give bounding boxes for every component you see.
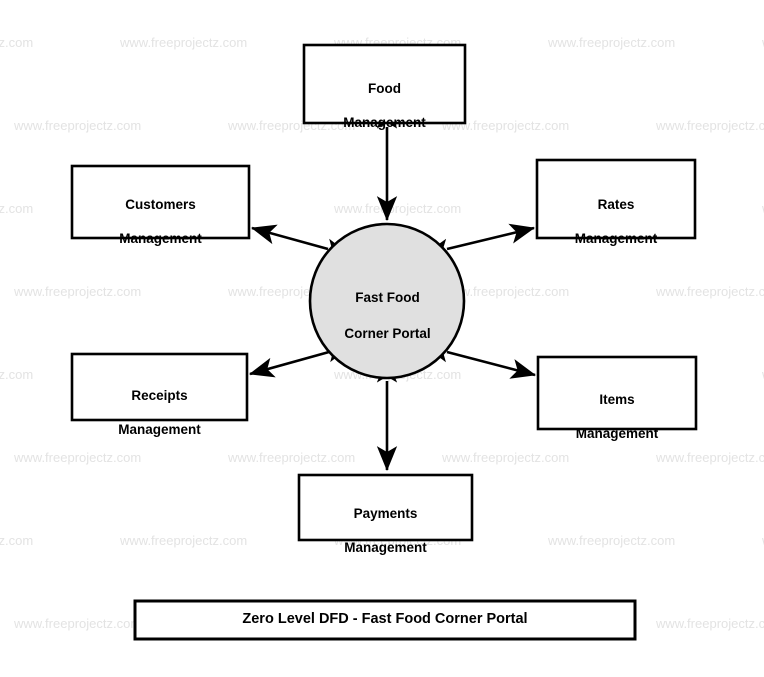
dfd-diagram-page: www.freeprojectz.comwww.freeprojectz.com… (0, 0, 764, 677)
entity-box-items-management[interactable] (536, 355, 698, 431)
flow-line-rates (424, 223, 536, 259)
entity-box-receipts-management[interactable] (70, 352, 249, 422)
caption-box (133, 599, 637, 641)
entity-box-customers-management[interactable] (70, 164, 251, 240)
flow-line-customers (250, 224, 351, 259)
diagram-canvas (70, 43, 698, 641)
entity-box-rates-management[interactable] (535, 158, 697, 240)
entity-box-food-management[interactable] (302, 43, 467, 125)
process-circle-fast-food-corner-portal[interactable] (308, 222, 466, 380)
flow-line-items (424, 342, 537, 379)
entity-box-payments-management[interactable] (297, 473, 474, 542)
flow-line-receipts (248, 342, 352, 378)
